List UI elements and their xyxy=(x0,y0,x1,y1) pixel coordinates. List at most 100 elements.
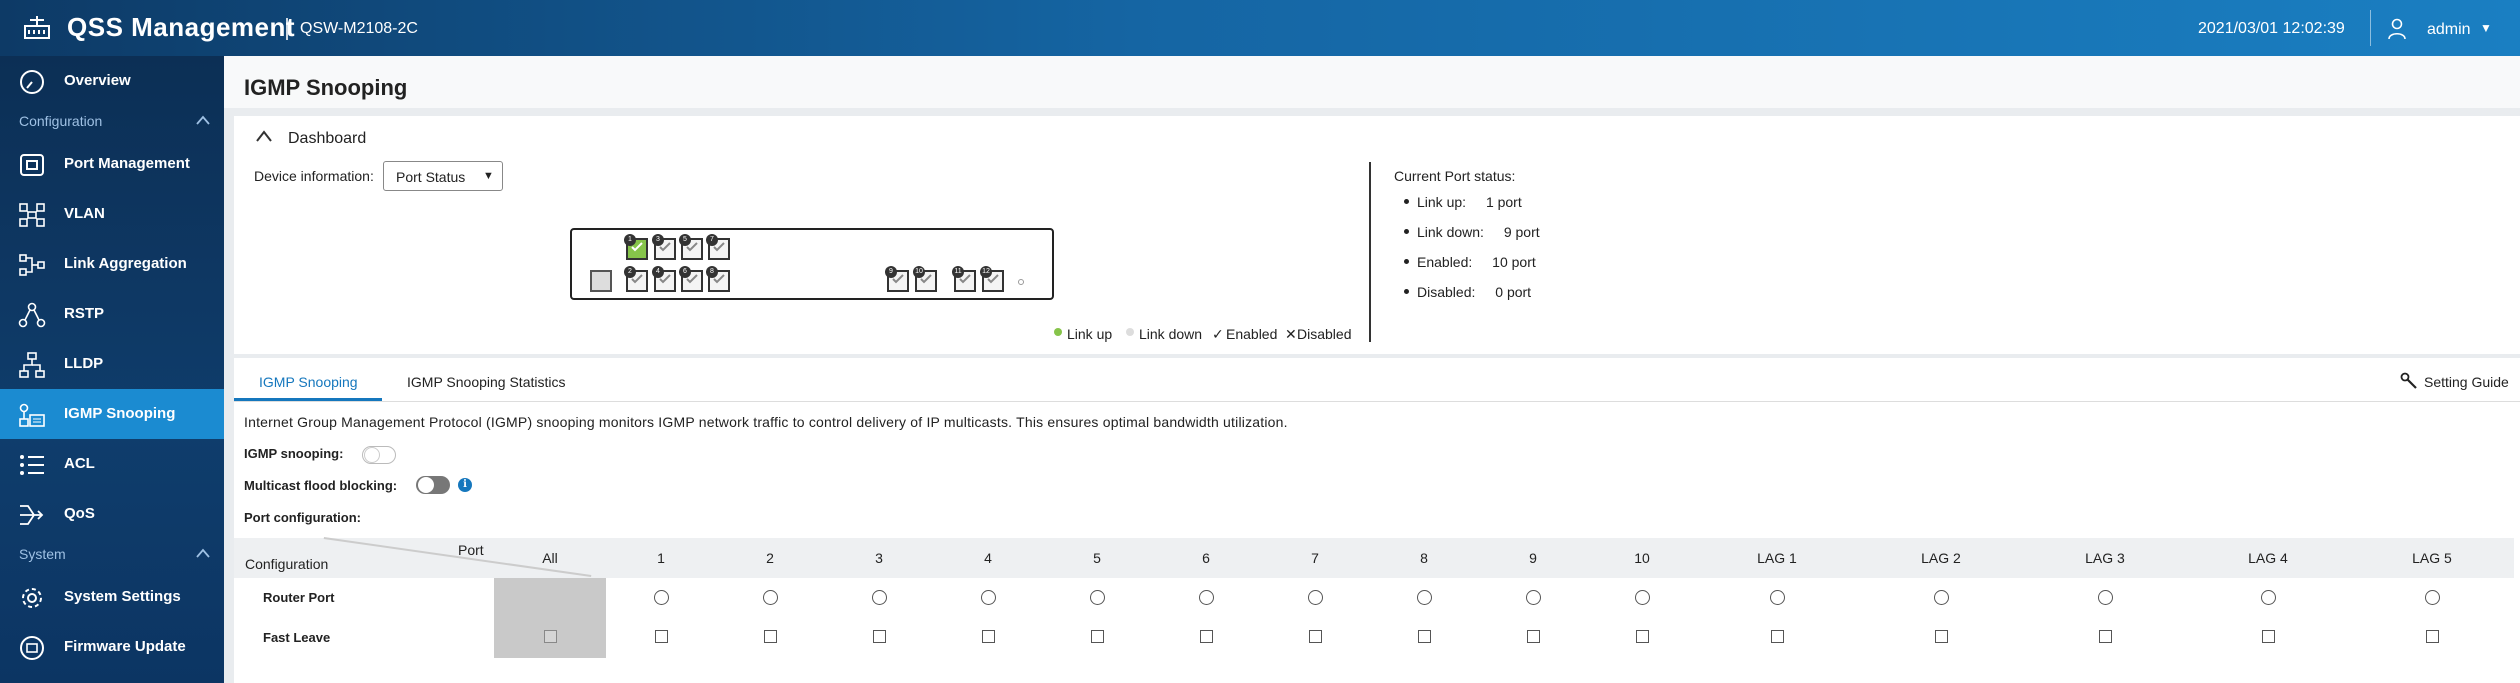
port-7[interactable]: 7 xyxy=(706,234,730,260)
sidebar: Overview Configuration Port Management V… xyxy=(0,56,224,683)
sidebar-item-label: Overview xyxy=(64,72,131,89)
fast-leave-checkbox-10[interactable] xyxy=(1636,630,1649,643)
check-icon xyxy=(631,242,643,252)
toggle-knob xyxy=(364,447,380,463)
fast-leave-checkbox-8[interactable] xyxy=(1418,630,1431,643)
router-port-radio-lag4[interactable] xyxy=(2261,590,2276,605)
sidebar-item-vlan[interactable]: VLAN xyxy=(0,189,224,239)
bullet-icon xyxy=(1404,199,1409,204)
header-divider xyxy=(2370,10,2371,46)
link-down-dot-icon xyxy=(1126,328,1134,336)
router-port-radio-3[interactable] xyxy=(872,590,887,605)
fast-leave-checkbox-5[interactable] xyxy=(1091,630,1104,643)
sidebar-item-label: Link Aggregation xyxy=(64,255,187,272)
router-port-radio-5[interactable] xyxy=(1090,590,1105,605)
fast-leave-checkbox-lag5[interactable] xyxy=(2426,630,2439,643)
router-port-radio-lag2[interactable] xyxy=(1934,590,1949,605)
lldp-icon xyxy=(19,352,45,378)
sidebar-item-port-management[interactable]: Port Management xyxy=(0,139,224,189)
info-icon[interactable]: i xyxy=(458,478,472,492)
status-value: 9 port xyxy=(1503,224,1540,240)
column-header: LAG 5 xyxy=(2412,550,2452,566)
router-port-radio-8[interactable] xyxy=(1417,590,1432,605)
router-port-radio-lag3[interactable] xyxy=(2098,590,2113,605)
user-menu[interactable]: admin xyxy=(2427,21,2471,39)
tab-igmp-snooping-statistics[interactable]: IGMP Snooping Statistics xyxy=(407,374,565,390)
chevron-up-icon[interactable] xyxy=(256,130,272,142)
device-info-select[interactable]: Port Status ▼ xyxy=(383,161,503,191)
chevron-up-icon[interactable] xyxy=(196,548,210,558)
check-icon: ✓ xyxy=(1212,326,1224,342)
sidebar-item-system-settings[interactable]: System Settings xyxy=(0,572,224,622)
port-9[interactable]: 9 xyxy=(885,266,909,292)
port-8[interactable]: 8 xyxy=(706,266,730,292)
multicast-flood-blocking-toggle[interactable] xyxy=(416,476,450,494)
sidebar-item-rstp[interactable]: RSTP xyxy=(0,289,224,339)
legend-disabled: Disabled xyxy=(1297,326,1352,342)
chevron-up-icon[interactable] xyxy=(196,115,210,125)
sidebar-item-overview[interactable]: Overview xyxy=(0,56,224,106)
port-11[interactable]: 11 xyxy=(952,266,976,292)
port-12[interactable]: 12 xyxy=(980,266,1004,292)
user-icon[interactable] xyxy=(2388,18,2406,40)
igmp-snooping-toggle[interactable] xyxy=(362,446,396,464)
device-model: QSW-M2108-2C xyxy=(300,20,418,37)
fast-leave-checkbox-1[interactable] xyxy=(655,630,668,643)
fast-leave-checkbox-9[interactable] xyxy=(1527,630,1540,643)
fast-leave-checkbox-4[interactable] xyxy=(982,630,995,643)
fast-leave-checkbox-7[interactable] xyxy=(1309,630,1322,643)
sidebar-item-firmware-update[interactable]: Firmware Update xyxy=(0,622,224,672)
fast-leave-checkbox-2[interactable] xyxy=(764,630,777,643)
column-header: 8 xyxy=(1420,550,1428,566)
port-1[interactable]: 1 xyxy=(624,234,648,260)
dashboard-divider xyxy=(1369,162,1371,342)
fast-leave-checkbox-lag3[interactable] xyxy=(2099,630,2112,643)
port-icon xyxy=(20,154,44,176)
port-4[interactable]: 4 xyxy=(652,266,676,292)
legend-enabled: Enabled xyxy=(1226,326,1278,342)
tab-igmp-snooping[interactable]: IGMP Snooping xyxy=(259,374,358,390)
port-3[interactable]: 3 xyxy=(652,234,676,260)
router-port-radio-4[interactable] xyxy=(981,590,996,605)
router-port-radio-lag5[interactable] xyxy=(2425,590,2440,605)
toggle-knob xyxy=(418,477,434,493)
router-port-radio-2[interactable] xyxy=(763,590,778,605)
link-up-dot-icon xyxy=(1054,328,1062,336)
console-port xyxy=(590,270,612,292)
router-port-radio-6[interactable] xyxy=(1199,590,1214,605)
router-port-radio-9[interactable] xyxy=(1526,590,1541,605)
row-router-port: Router Port xyxy=(263,590,335,605)
status-label: Enabled: xyxy=(1417,254,1473,270)
router-port-radio-1[interactable] xyxy=(654,590,669,605)
fast-leave-checkbox-6[interactable] xyxy=(1200,630,1213,643)
fast-leave-checkbox-lag1[interactable] xyxy=(1771,630,1784,643)
dashboard-title[interactable]: Dashboard xyxy=(288,130,366,148)
port-5[interactable]: 5 xyxy=(679,234,703,260)
port-6[interactable]: 6 xyxy=(679,266,703,292)
port-2[interactable]: 2 xyxy=(624,266,648,292)
port-10[interactable]: 10 xyxy=(913,266,937,292)
sidebar-item-qos[interactable]: QoS xyxy=(0,489,224,539)
column-header: 4 xyxy=(984,550,992,566)
gear-icon xyxy=(22,588,42,608)
fast-leave-checkbox-lag2[interactable] xyxy=(1935,630,1948,643)
sidebar-section-configuration[interactable]: Configuration xyxy=(0,108,224,134)
sidebar-item-acl[interactable]: ACL xyxy=(0,439,224,489)
fast-leave-checkbox-lag4[interactable] xyxy=(2262,630,2275,643)
router-port-radio-10[interactable] xyxy=(1635,590,1650,605)
fast-leave-checkbox-3[interactable] xyxy=(873,630,886,643)
sidebar-item-link-aggregation[interactable]: Link Aggregation xyxy=(0,239,224,289)
status-value: 10 port xyxy=(1492,254,1536,270)
column-header: 9 xyxy=(1529,550,1537,566)
fast-leave-checkbox-all[interactable] xyxy=(544,630,557,643)
setting-guide-button[interactable]: Setting Guide xyxy=(2400,370,2520,394)
legend-link-up: Link up xyxy=(1067,326,1113,342)
check-icon xyxy=(659,242,671,252)
router-port-radio-7[interactable] xyxy=(1308,590,1323,605)
sidebar-section-system[interactable]: System xyxy=(0,541,224,567)
user-menu-caret-icon[interactable]: ▼ xyxy=(2480,21,2492,35)
wrench-icon xyxy=(2400,372,2417,389)
sidebar-item-igmp-snooping[interactable]: IGMP Snooping xyxy=(0,389,224,439)
router-port-radio-lag1[interactable] xyxy=(1770,590,1785,605)
sidebar-item-lldp[interactable]: LLDP xyxy=(0,339,224,389)
